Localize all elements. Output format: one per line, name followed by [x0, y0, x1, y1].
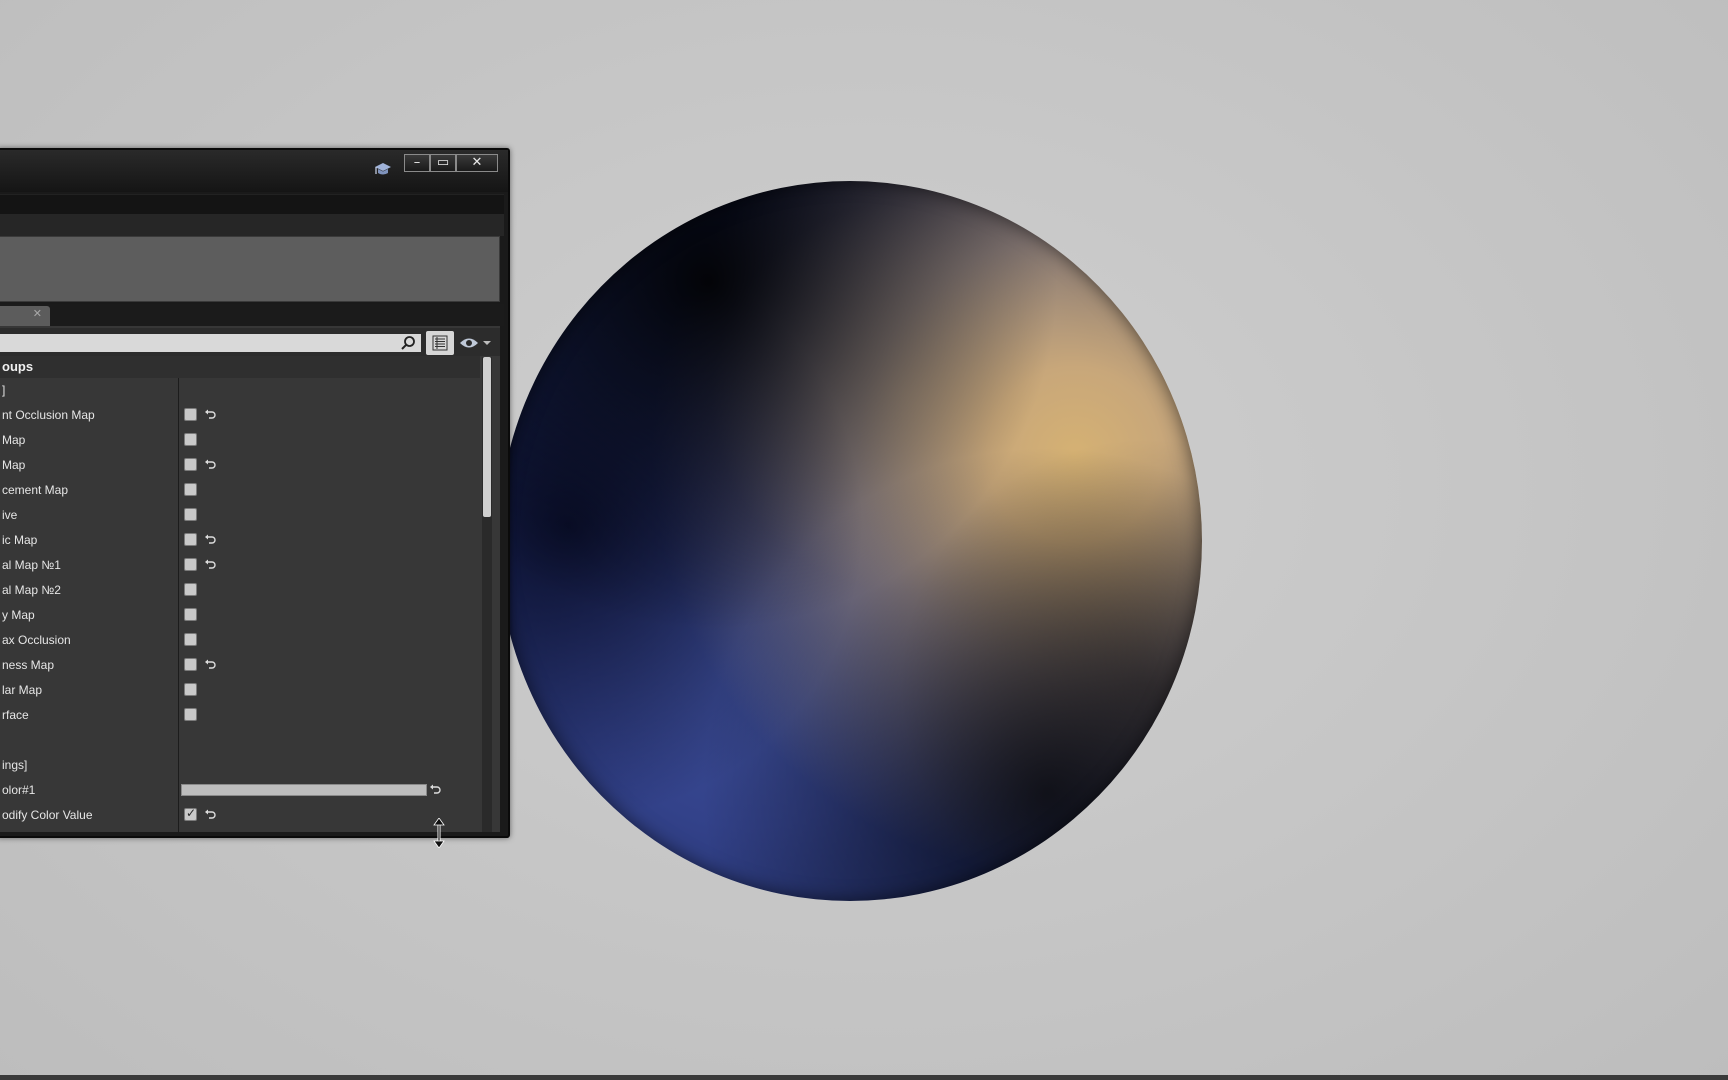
eye-icon — [460, 338, 491, 348]
details-window: – ▭ ✕ ✕ oups] nt Occlusion Map Map Map … — [0, 148, 510, 838]
property-label: ness Map — [2, 658, 55, 672]
property-label: al Map №2 — [2, 583, 61, 597]
graduation-cap-icon[interactable] — [374, 160, 392, 178]
group-header-row[interactable]: oups — [0, 356, 480, 378]
reset-arrow-icon[interactable] — [429, 784, 441, 796]
property-checkbox[interactable] — [184, 408, 197, 421]
maximize-button[interactable]: ▭ — [430, 154, 456, 172]
property-checkbox[interactable] — [184, 533, 197, 546]
property-checkbox[interactable] — [184, 458, 197, 471]
list-item[interactable]: ] — [0, 378, 480, 403]
reset-arrow-icon[interactable] — [204, 534, 216, 546]
close-button[interactable]: ✕ — [456, 154, 498, 172]
property-checkbox[interactable] — [184, 583, 197, 596]
section-label: ] — [2, 383, 6, 397]
reset-arrow-icon[interactable] — [204, 409, 216, 421]
list-item[interactable]: y Map — [0, 603, 480, 628]
material-preview-sphere[interactable] — [498, 181, 1202, 901]
property-label: rface — [2, 708, 29, 722]
property-checkbox[interactable] — [184, 683, 197, 696]
property-label: cement Map — [2, 483, 69, 497]
property-label: ax Occlusion — [2, 633, 71, 647]
list-item[interactable]: al Map №1 — [0, 553, 480, 578]
list-item[interactable]: ax Occlusion — [0, 628, 480, 653]
tab-close-icon[interactable]: ✕ — [33, 307, 42, 320]
property-checkbox[interactable] — [184, 558, 197, 571]
view-options-dropdown[interactable] — [457, 333, 495, 353]
property-label: al Map №1 — [2, 558, 61, 572]
property-checkbox[interactable] — [184, 658, 197, 671]
property-checkbox[interactable] — [184, 608, 197, 621]
preview-strip — [0, 236, 500, 302]
list-view-icon — [432, 335, 448, 351]
toolbar — [0, 214, 504, 236]
list-item[interactable]: odify Color Value — [0, 803, 480, 828]
list-item[interactable]: al Map №2 — [0, 578, 480, 603]
property-checkbox[interactable] — [184, 633, 197, 646]
list-item[interactable]: olor#1 — [0, 778, 480, 803]
section-label: ings] — [2, 758, 28, 772]
magnifier-icon[interactable] — [400, 335, 416, 351]
vertical-scrollbar[interactable] — [482, 357, 492, 832]
property-label: odify Color Value — [2, 808, 93, 822]
reset-arrow-icon[interactable] — [204, 559, 216, 571]
property-label: Map — [2, 458, 26, 472]
color-swatch-bar[interactable] — [181, 784, 427, 796]
vertical-resize-cursor-icon — [433, 818, 445, 848]
reset-arrow-icon[interactable] — [204, 659, 216, 671]
scrollbar-thumb[interactable] — [483, 357, 491, 517]
list-item[interactable]: ic Map — [0, 528, 480, 553]
minimize-button[interactable]: – — [404, 154, 430, 172]
list-item[interactable]: Map — [0, 428, 480, 453]
reset-arrow-icon[interactable] — [204, 809, 216, 821]
list-item[interactable]: lar Map — [0, 678, 480, 703]
property-label: Map — [2, 433, 26, 447]
property-checkbox[interactable] — [184, 708, 197, 721]
property-label: olor#1 — [2, 783, 36, 797]
menu-bar — [0, 194, 504, 215]
property-label: ic Map — [2, 533, 38, 547]
list-view-button[interactable] — [426, 331, 454, 355]
property-list: oups ] nt Occlusion Map Map Map cement M — [0, 356, 480, 832]
window-titlebar[interactable]: – ▭ ✕ — [0, 150, 508, 192]
list-item — [0, 728, 480, 753]
list-item[interactable]: Map — [0, 453, 480, 478]
property-checkbox[interactable] — [184, 806, 197, 821]
property-label: lar Map — [2, 683, 43, 697]
details-content: oups ] nt Occlusion Map Map Map cement M — [0, 326, 500, 832]
property-label: nt Occlusion Map — [2, 408, 95, 422]
group-header-label: oups — [2, 359, 34, 374]
tab-strip: ✕ — [0, 304, 504, 326]
list-item[interactable]: nt Occlusion Map — [0, 403, 480, 428]
property-checkbox[interactable] — [184, 508, 197, 521]
list-item[interactable]: rface — [0, 703, 480, 728]
search-row — [0, 328, 500, 356]
tab-details[interactable]: ✕ — [0, 306, 50, 326]
property-label: ive — [2, 508, 18, 522]
list-item[interactable]: ings] — [0, 753, 480, 778]
search-input[interactable] — [0, 334, 421, 352]
property-checkbox[interactable] — [184, 483, 197, 496]
reset-arrow-icon[interactable] — [204, 459, 216, 471]
list-item[interactable]: ness Map — [0, 653, 480, 678]
list-item[interactable]: cement Map — [0, 478, 480, 503]
property-checkbox[interactable] — [184, 433, 197, 446]
list-item[interactable]: ive — [0, 503, 480, 528]
bottom-edge-strip — [0, 1075, 1728, 1080]
property-label: y Map — [2, 608, 35, 622]
